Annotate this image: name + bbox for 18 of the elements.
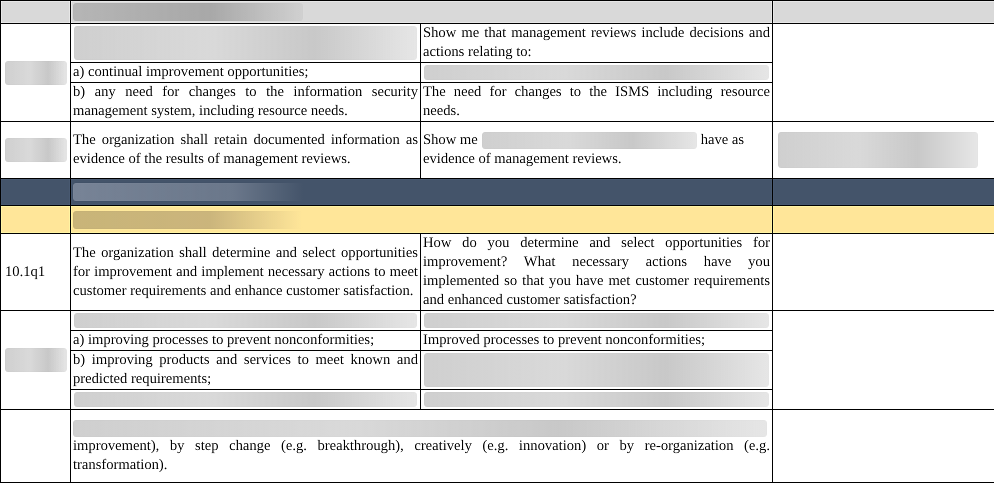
cell-text: How do you determine and select opportunities for improvement? What necessary actions have you implemented so that you have met customer requirements and enhanced customer satisfaction? <box>423 234 770 310</box>
cell-text: evidence of management reviews. <box>423 150 622 169</box>
cell-text: The organization shall determine and select opportunities for improvement and implement necessary actions to meet customer requirements and enhance customer satisfaction. <box>73 244 418 300</box>
cell-text: improvement), by step change (e.g. breakthrough), creatively (e.g. innovation) or by re-organization (e.g. transformation). <box>73 436 770 474</box>
cell-text: b) improving products and services to meet known and predicted requirements; <box>73 351 418 389</box>
blurred-text <box>5 138 67 162</box>
cell-text: a) continual improvement opportunities; <box>73 63 308 82</box>
blurred-text <box>5 348 67 372</box>
cell-text: 10.1q1 <box>5 262 46 282</box>
blurred-text <box>5 60 67 84</box>
cell-text: have as <box>700 131 744 150</box>
cell-text: Show me <box>423 131 478 150</box>
cell-text: Improved processes to prevent nonconformities; <box>423 331 706 350</box>
cell-text: a) improving processes to prevent nonconformities; <box>73 331 374 350</box>
cell-text: b) any need for changes to the information security management system, including resource needs. <box>73 83 418 121</box>
cell-text: Show me that management reviews include decisions and actions relating to: <box>423 24 770 62</box>
cell-text: The organization shall retain documented information as evidence of the results of management reviews. <box>73 131 418 169</box>
cell-text: The need for changes to the ISMS including resource needs. <box>423 83 770 121</box>
